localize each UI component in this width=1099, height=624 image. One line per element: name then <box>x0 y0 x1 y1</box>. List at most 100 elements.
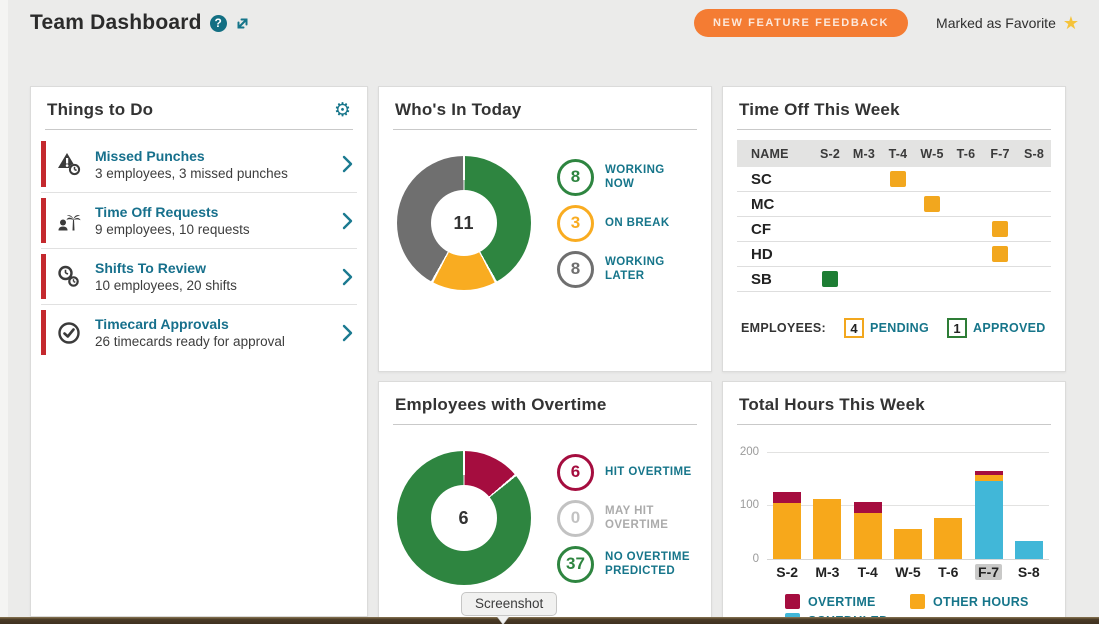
overtime-legend: 6 HIT OVERTIME 0 MAY HIT OVERTIME 37 NO … <box>557 454 697 583</box>
legend-label: WORKING LATER <box>605 255 697 284</box>
time-off-mark-pending[interactable] <box>890 171 906 187</box>
column-header: T-4 <box>881 147 915 161</box>
employee-initials: HD <box>737 246 813 263</box>
time-off-mark-pending[interactable] <box>992 246 1008 262</box>
bar-plot <box>767 441 1049 559</box>
legend-on-break: 3 ON BREAK <box>557 205 697 242</box>
employee-initials: MC <box>737 196 813 213</box>
gear-icon[interactable]: ⚙ <box>334 101 351 120</box>
legend-count-badge: 8 <box>557 251 594 288</box>
bar-segment-other-hours <box>894 529 922 559</box>
x-label-F-7: F-7 <box>972 564 1006 580</box>
things-to-do-list: Missed Punches 3 employees, 3 missed pun… <box>41 136 357 360</box>
legend-count-badge: 6 <box>557 454 594 491</box>
pending-label: PENDING <box>870 321 929 335</box>
star-icon[interactable]: ★ <box>1063 14 1079 32</box>
bar-F-7[interactable] <box>975 471 1003 559</box>
favorite-label: Marked as Favorite <box>936 15 1056 31</box>
todo-item-shifts-to-review[interactable]: Shifts To Review 10 employees, 20 shifts <box>41 248 357 304</box>
bar-segment-overtime <box>773 492 801 503</box>
other-hours-swatch <box>910 594 925 609</box>
employees-with-overtime-card: Employees with Overtime 6 6 HIT OVERTIME… <box>378 381 712 624</box>
new-feature-feedback-button[interactable]: NEW FEATURE FEEDBACK <box>694 9 908 37</box>
expand-icon[interactable] <box>234 15 251 32</box>
time-off-row: CF <box>737 217 1051 242</box>
help-icon[interactable]: ? <box>210 15 227 32</box>
bar-T-6[interactable] <box>934 518 962 559</box>
approved-label: APPROVED <box>973 321 1046 335</box>
column-header: NAME <box>737 147 813 161</box>
x-label-T-4: T-4 <box>851 564 885 580</box>
legend-working-later: 8 WORKING LATER <box>557 251 697 288</box>
whos-in-today-card: Who's In Today 11 8 WORKING NOW 3 ON BRE… <box>378 86 712 372</box>
todo-item-missed-punches[interactable]: Missed Punches 3 employees, 3 missed pun… <box>41 136 357 192</box>
approved-count-box: 1 <box>947 318 967 338</box>
legend-label: OTHER HOURS <box>933 595 1029 609</box>
chevron-right-icon[interactable] <box>335 212 353 230</box>
time-off-mark-approved[interactable] <box>822 271 838 287</box>
column-header: S-2 <box>813 147 847 161</box>
favorite-indicator: Marked as Favorite ★ <box>936 14 1079 32</box>
legend-label: NO OVERTIME PREDICTED <box>605 550 697 579</box>
todo-item-title: Time Off Requests <box>95 204 335 220</box>
legend-no-overtime-predicted: 37 NO OVERTIME PREDICTED <box>557 546 697 583</box>
vacation-palm-person-icon <box>55 207 89 235</box>
chevron-right-icon[interactable] <box>335 268 353 286</box>
y-tick-label: 0 <box>753 553 759 565</box>
day-cell <box>813 271 847 287</box>
bar-segment-other-hours <box>773 503 801 559</box>
alert-stripe <box>41 141 46 187</box>
column-header: T-6 <box>949 147 983 161</box>
double-clock-icon <box>55 263 89 291</box>
x-axis-labels: S-2M-3T-4W-5T-6F-7S-8 <box>767 564 1049 580</box>
legend-other-hours: OTHER HOURS <box>910 594 1035 609</box>
bar-S-8[interactable] <box>1015 541 1043 559</box>
donut-center-value: 11 <box>453 213 474 234</box>
y-tick-label: 100 <box>740 499 759 511</box>
legend-hit-overtime: 6 HIT OVERTIME <box>557 454 697 491</box>
employee-initials: SB <box>737 271 813 288</box>
tooltip-caret <box>497 616 509 624</box>
bar-segment-other-hours <box>854 513 882 559</box>
bar-M-3[interactable] <box>813 499 841 559</box>
bar-W-5[interactable] <box>894 529 922 559</box>
employees-with-overtime-title: Employees with Overtime <box>395 395 607 415</box>
todo-item-subtitle: 10 employees, 20 shifts <box>95 278 335 293</box>
x-label-S-2: S-2 <box>770 564 804 580</box>
alert-stripe <box>41 198 46 243</box>
time-off-week-card: Time Off This Week NAMES-2M-3T-4W-5T-6F-… <box>722 86 1066 372</box>
time-off-row: SC <box>737 167 1051 192</box>
alert-stripe <box>41 310 46 355</box>
bar-segment-scheduled <box>975 481 1003 559</box>
screenshot-tooltip: Screenshot <box>461 592 557 616</box>
alert-clock-icon <box>55 150 89 178</box>
time-off-mark-pending[interactable] <box>992 221 1008 237</box>
check-circle-icon <box>55 319 89 347</box>
todo-item-time-off-requests[interactable]: Time Off Requests 9 employees, 10 reques… <box>41 192 357 248</box>
pending-count-box: 4 <box>844 318 864 338</box>
day-cell <box>983 221 1017 237</box>
todo-item-title: Shifts To Review <box>95 260 335 276</box>
bars <box>767 441 1049 559</box>
window-left-edge <box>0 0 8 624</box>
legend-label: OVERTIME <box>808 595 876 609</box>
legend-working-now: 8 WORKING NOW <box>557 159 697 196</box>
time-off-mark-pending[interactable] <box>924 196 940 212</box>
bar-S-2[interactable] <box>773 492 801 559</box>
chevron-right-icon[interactable] <box>335 324 353 342</box>
donut-center-value: 6 <box>458 508 469 529</box>
legend-label: WORKING NOW <box>605 163 697 192</box>
time-off-row: HD <box>737 242 1051 267</box>
legend-count-badge: 3 <box>557 205 594 242</box>
time-off-summary: EMPLOYEES: 4 PENDING 1 APPROVED <box>741 318 1051 338</box>
day-cell <box>983 246 1017 262</box>
overtime-donut-chart: 6 <box>397 451 531 585</box>
todo-item-timecard-approvals[interactable]: Timecard Approvals 26 timecards ready fo… <box>41 304 357 360</box>
chevron-right-icon[interactable] <box>335 155 353 173</box>
bar-T-4[interactable] <box>854 502 882 559</box>
legend-overtime: OVERTIME <box>785 594 910 609</box>
x-label-T-6: T-6 <box>931 564 965 580</box>
y-axis: 0100200 <box>733 441 767 559</box>
whos-in-today-title: Who's In Today <box>395 100 521 120</box>
overtime-swatch <box>785 594 800 609</box>
